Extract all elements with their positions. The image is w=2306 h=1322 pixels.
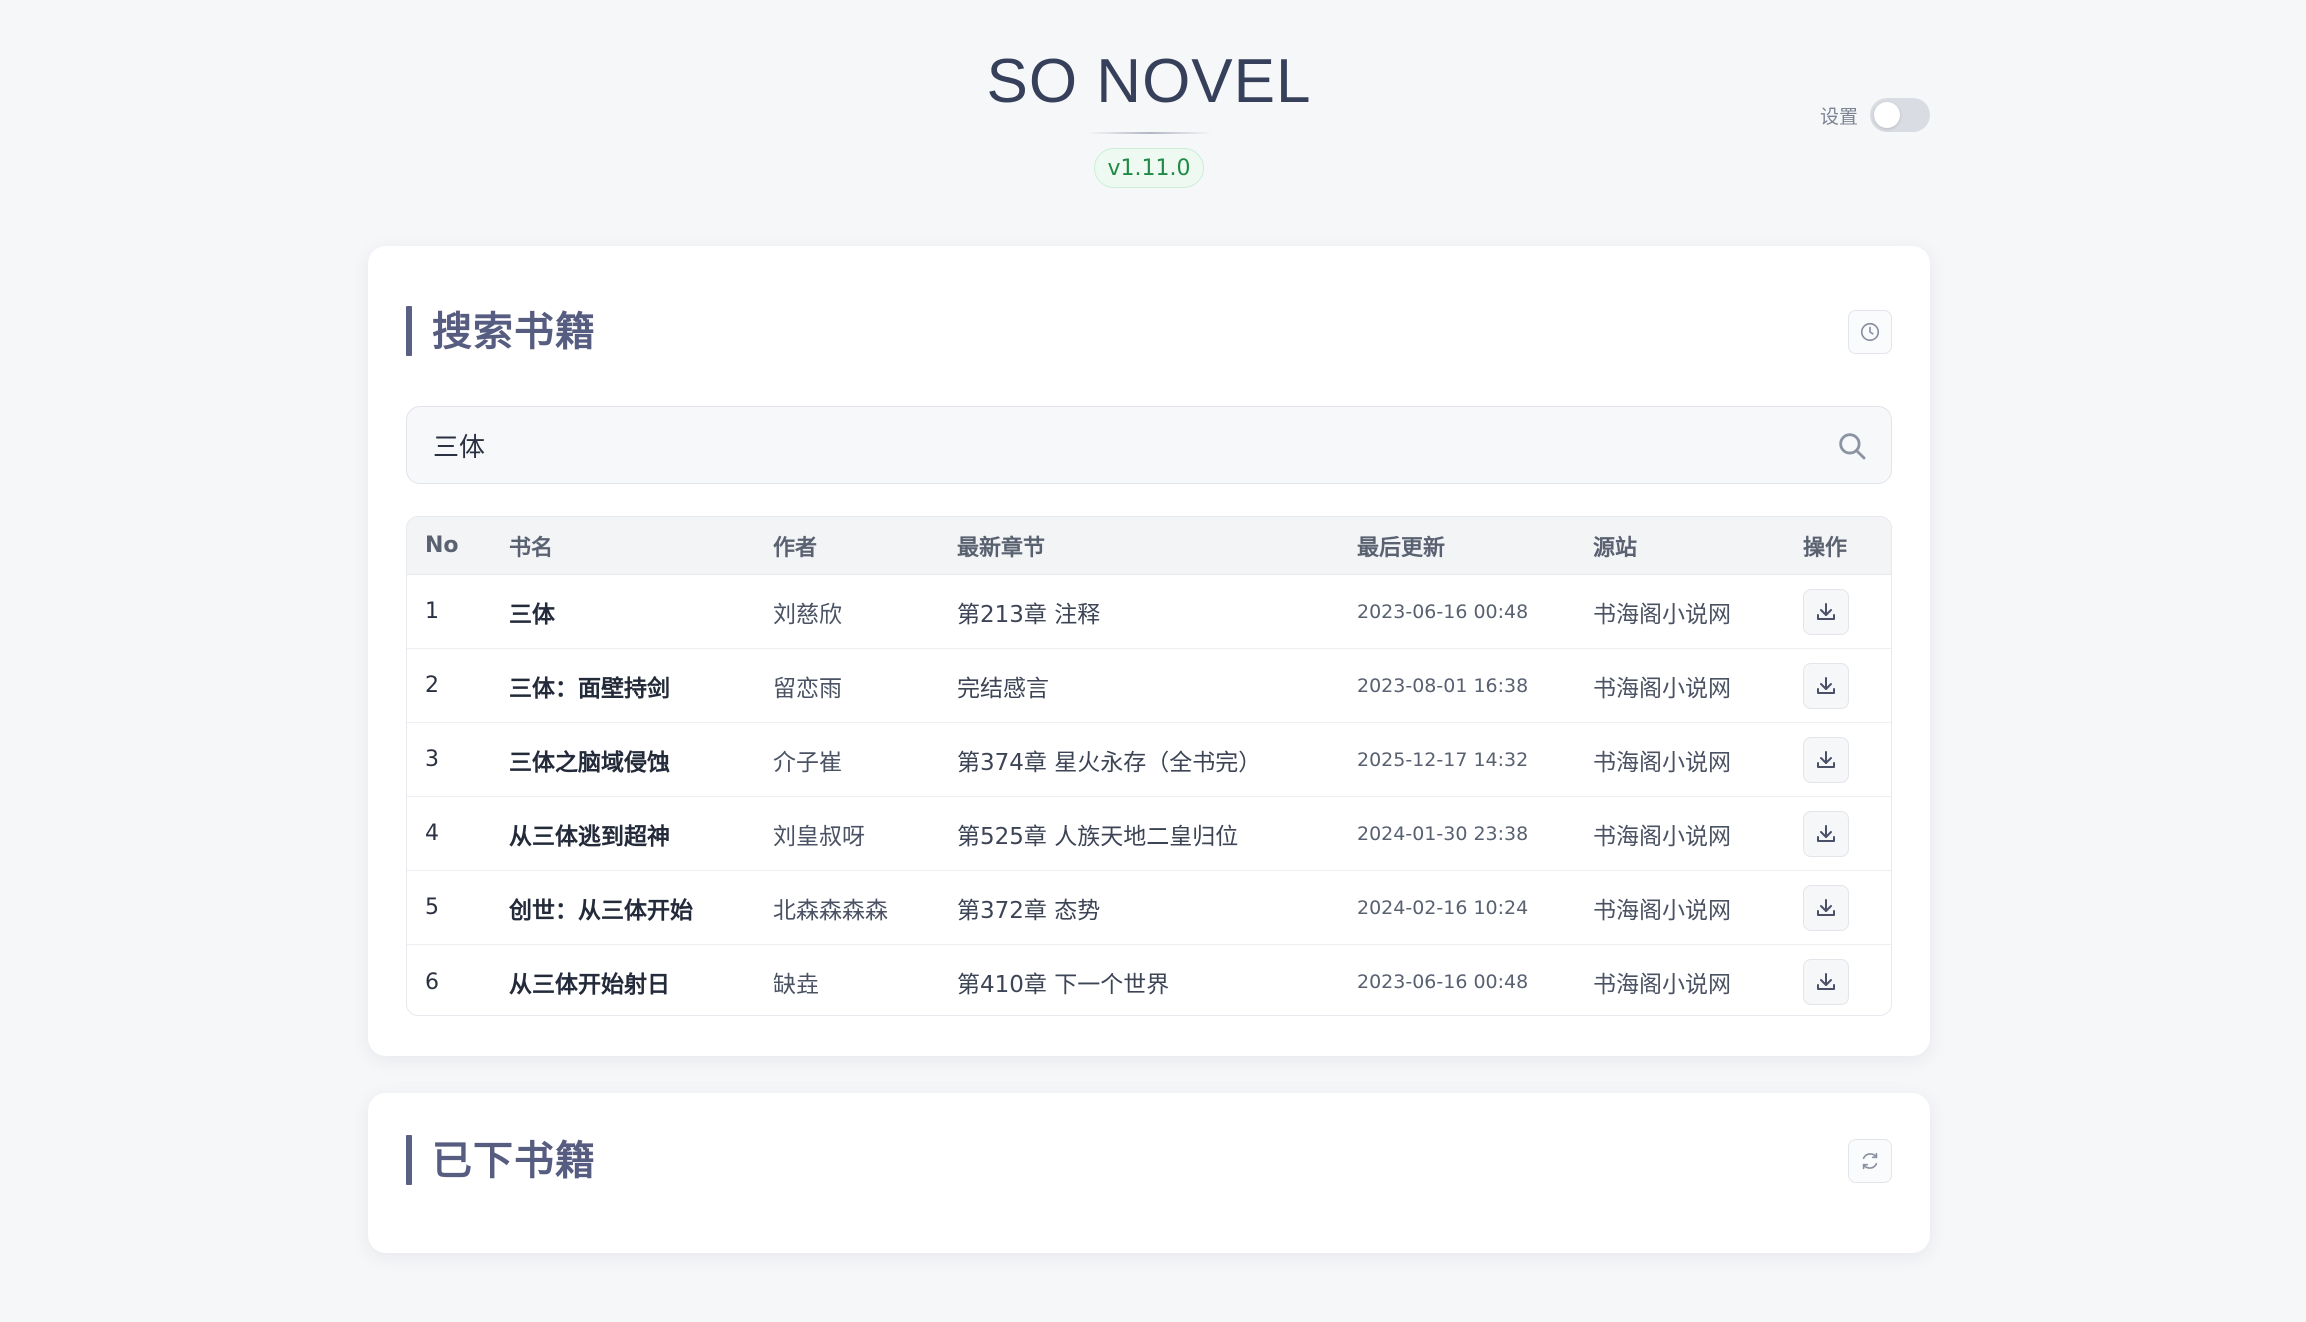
column-header-last-updated: 最后更新 <box>1357 535 1446 561</box>
row-last-updated: 2023-06-16 00:48 <box>1357 600 1529 623</box>
row-latest-chapter: 第374章 星火永存（全书完） <box>957 749 1262 776</box>
row-source: 书海阁小说网 <box>1593 897 1731 924</box>
search-icon[interactable] <box>1835 429 1869 463</box>
row-action <box>1803 945 1849 1015</box>
downloaded-section-title: 已下书籍 <box>432 1138 596 1184</box>
settings-label: 设置 <box>1820 105 1859 128</box>
download-button[interactable] <box>1803 662 1849 709</box>
row-source: 书海阁小说网 <box>1593 601 1731 628</box>
history-button[interactable] <box>1848 310 1892 354</box>
row-source: 书海阁小说网 <box>1593 749 1731 776</box>
row-author: 刘皇叔呀 <box>773 823 865 850</box>
row-book-title: 从三体逃到超神 <box>509 823 670 850</box>
table-row: 5 创世：从三体开始 北森森森森 第372章 态势 2024-02-16 10:… <box>407 871 1891 945</box>
download-icon <box>1817 750 1835 768</box>
table-row: 4 从三体逃到超神 刘皇叔呀 第525章 人族天地二皇归位 2024-01-30… <box>407 797 1891 871</box>
column-header-title: 书名 <box>509 535 554 561</box>
settings-toggle[interactable] <box>1870 98 1931 132</box>
search-section-header: 搜索书籍 <box>406 304 1892 360</box>
row-author: 刘慈欣 <box>773 601 842 628</box>
search-books-card: 搜索书籍 No 书名 作者 最新章节 最后更新 源站 操作 1 三体 刘慈欣 <box>368 246 1930 1056</box>
row-book-title: 三体之脑域侵蚀 <box>509 749 670 776</box>
download-icon <box>1817 676 1835 694</box>
refresh-icon <box>1862 1152 1878 1170</box>
column-header-latest-chapter: 最新章节 <box>957 535 1046 561</box>
download-button[interactable] <box>1803 959 1849 1005</box>
downloaded-books-card: 已下书籍 <box>368 1093 1930 1253</box>
settings-control: 设置 <box>1820 98 1931 132</box>
row-action <box>1803 649 1849 722</box>
section-accent-bar <box>406 1135 412 1185</box>
row-book-title: 三体：面壁持剑 <box>509 675 670 702</box>
search-input[interactable] <box>433 407 1793 483</box>
row-no: 5 <box>425 895 439 920</box>
table-row: 3 三体之脑域侵蚀 介子崔 第374章 星火永存（全书完） 2025-12-17… <box>407 723 1891 797</box>
clock-icon <box>1860 322 1880 342</box>
row-no: 2 <box>425 673 439 698</box>
table-header-row: No 书名 作者 最新章节 最后更新 源站 操作 <box>407 517 1891 575</box>
row-no: 6 <box>425 969 439 995</box>
row-action <box>1803 723 1849 796</box>
download-icon <box>1817 602 1835 620</box>
download-button[interactable] <box>1803 736 1849 783</box>
row-no: 3 <box>425 747 439 772</box>
table-row: 6 从三体开始射日 缺垚 第410章 下一个世界 2023-06-16 00:4… <box>407 945 1891 1015</box>
column-header-author: 作者 <box>773 535 818 561</box>
table-row: 2 三体：面壁持剑 留恋雨 完结感言 2023-08-01 16:38 书海阁小… <box>407 649 1891 723</box>
row-source: 书海阁小说网 <box>1593 823 1731 850</box>
section-accent-bar <box>406 306 412 356</box>
app-title: SO NOVEL <box>986 47 1312 116</box>
toggle-knob <box>1874 102 1901 128</box>
download-icon <box>1817 898 1835 916</box>
row-last-updated: 2025-12-17 14:32 <box>1357 748 1529 771</box>
search-box <box>406 406 1892 484</box>
version-badge: v1.11.0 <box>1094 148 1204 188</box>
title-divider <box>1088 132 1212 134</box>
row-last-updated: 2024-01-30 23:38 <box>1357 822 1529 845</box>
row-latest-chapter: 完结感言 <box>957 675 1049 702</box>
table-row: 1 三体 刘慈欣 第213章 注释 2023-06-16 00:48 书海阁小说… <box>407 575 1891 649</box>
column-header-source: 源站 <box>1593 535 1638 561</box>
row-last-updated: 2024-02-16 10:24 <box>1357 896 1529 919</box>
downloaded-section-header: 已下书籍 <box>406 1133 1892 1189</box>
row-source: 书海阁小说网 <box>1593 972 1731 998</box>
download-button[interactable] <box>1803 884 1849 931</box>
download-button[interactable] <box>1803 810 1849 857</box>
row-book-title: 从三体开始射日 <box>509 972 670 998</box>
row-latest-chapter: 第525章 人族天地二皇归位 <box>957 823 1239 850</box>
row-action <box>1803 797 1849 870</box>
row-book-title: 创世：从三体开始 <box>509 897 693 924</box>
download-icon <box>1817 824 1835 842</box>
row-action <box>1803 871 1849 944</box>
row-no: 1 <box>425 599 439 624</box>
row-action <box>1803 575 1849 648</box>
row-last-updated: 2023-06-16 00:48 <box>1357 971 1529 993</box>
row-last-updated: 2023-08-01 16:38 <box>1357 674 1529 697</box>
row-author: 北森森森森 <box>773 897 888 924</box>
row-latest-chapter: 第213章 注释 <box>957 601 1101 628</box>
row-source: 书海阁小说网 <box>1593 675 1731 702</box>
download-icon <box>1817 973 1835 990</box>
row-author: 留恋雨 <box>773 675 842 702</box>
search-results-table: No 书名 作者 最新章节 最后更新 源站 操作 1 三体 刘慈欣 第213章 … <box>406 516 1892 1016</box>
row-no: 4 <box>425 821 439 846</box>
column-header-no: No <box>425 533 459 558</box>
refresh-button[interactable] <box>1848 1139 1892 1183</box>
row-latest-chapter: 第410章 下一个世界 <box>957 972 1170 998</box>
column-header-action: 操作 <box>1803 535 1848 561</box>
search-section-title: 搜索书籍 <box>432 309 596 355</box>
row-author: 介子崔 <box>773 749 842 776</box>
row-book-title: 三体 <box>509 601 555 628</box>
row-author: 缺垚 <box>773 972 819 998</box>
row-latest-chapter: 第372章 态势 <box>957 897 1101 924</box>
download-button[interactable] <box>1803 588 1849 635</box>
